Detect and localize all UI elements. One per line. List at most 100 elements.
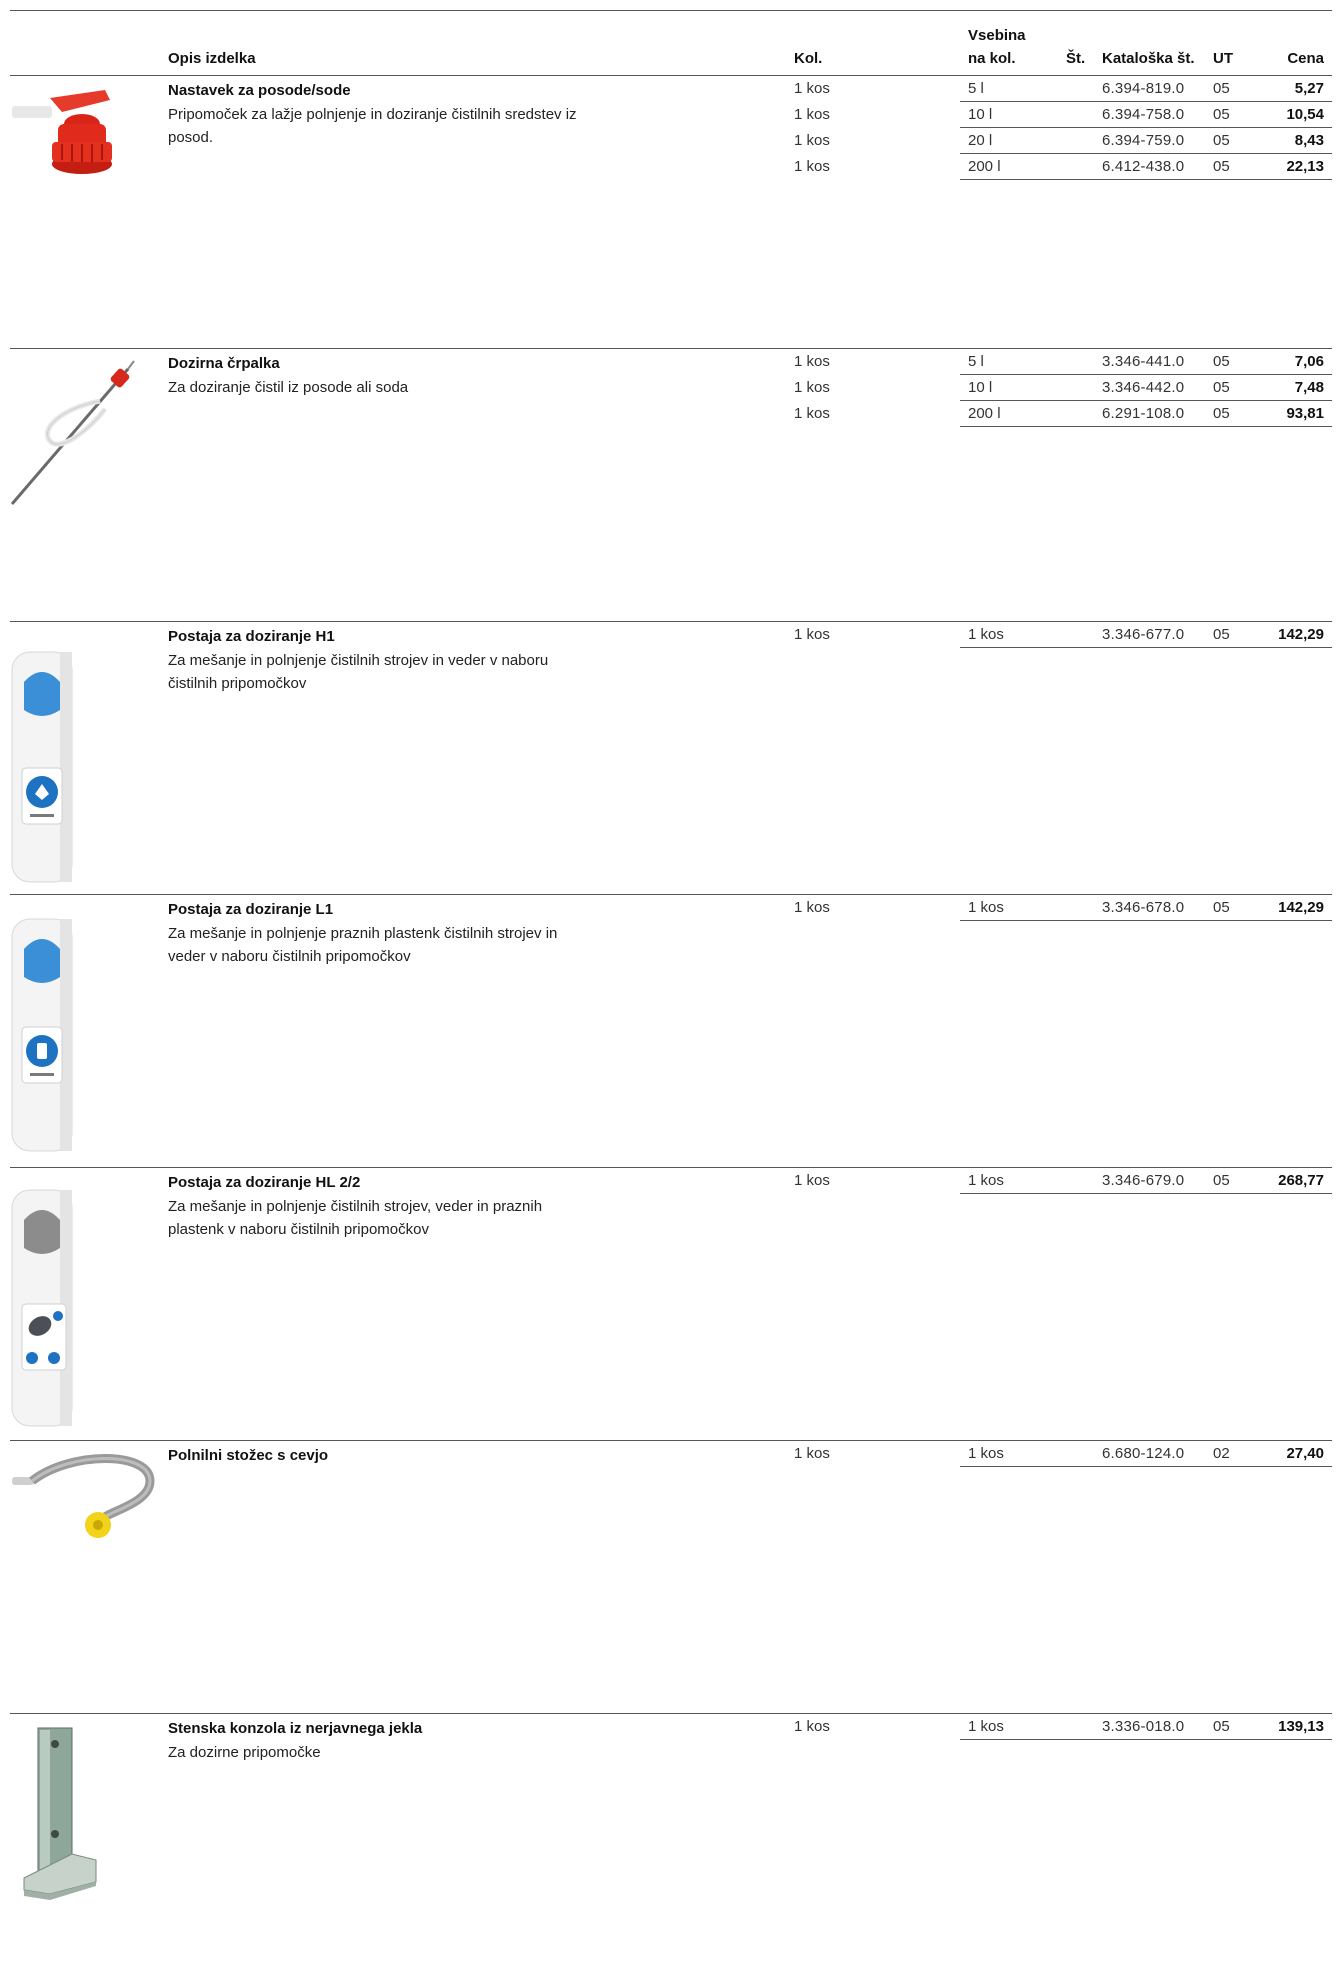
product-description: Za mešanje in polnjenje čistilnih stroje…	[168, 1198, 543, 1238]
row-rule	[960, 647, 1332, 648]
variant-content: 5 l	[968, 353, 984, 370]
variant-row: 1 kos 10 l 3.346-442.0 05 7,48	[10, 375, 1332, 401]
variant-ut: 05	[1213, 405, 1230, 422]
filling-cone-hose-icon	[10, 1441, 165, 1711]
header-price: Cena	[1287, 50, 1324, 67]
variant-qty: 1 kos	[794, 1172, 830, 1189]
variant-qty: 1 kos	[794, 405, 830, 422]
row-rule	[960, 1193, 1332, 1194]
variant-price: 5,27	[1294, 80, 1324, 97]
variant-ut: 05	[1213, 1718, 1230, 1735]
header-catalog: Kataloška št.	[1102, 50, 1195, 67]
variant-row: 1 kos 5 l 6.394-819.0 05 5,27	[10, 76, 1332, 102]
variant-row: 1 kos 200 l 6.291-108.0 05 93,81	[10, 401, 1332, 427]
variant-ut: 05	[1213, 626, 1230, 643]
row-rule	[960, 179, 1332, 180]
variant-catalog-number: 3.346-678.0	[1102, 899, 1185, 916]
row-rule	[960, 920, 1332, 921]
header-content-line1: Vsebina	[968, 27, 1026, 44]
variant-row: 1 kos 1 kos 3.346-678.0 05 142,29	[10, 895, 1332, 921]
variant-ut: 05	[1213, 1172, 1230, 1189]
product-section: Postaja za doziranje H1 Za mešanje in po…	[10, 621, 1332, 895]
variant-catalog-number: 6.412-438.0	[1102, 158, 1185, 175]
variant-ut: 02	[1213, 1445, 1230, 1462]
variant-price: 10,54	[1286, 106, 1324, 123]
variant-qty: 1 kos	[794, 106, 830, 123]
variant-content: 1 kos	[968, 1718, 1004, 1735]
variant-qty: 1 kos	[794, 379, 830, 396]
variant-catalog-number: 6.394-759.0	[1102, 132, 1185, 149]
header-quantity: Kol.	[794, 50, 823, 67]
row-rule	[960, 1739, 1332, 1740]
variant-price: 7,06	[1294, 353, 1324, 370]
product-description: Za dozirne pripomočke	[168, 1744, 321, 1761]
variant-catalog-number: 3.346-442.0	[1102, 379, 1185, 396]
variant-price: 142,29	[1278, 626, 1324, 643]
variant-row: 1 kos 200 l 6.412-438.0 05 22,13	[10, 154, 1332, 180]
variant-ut: 05	[1213, 106, 1230, 123]
variant-content: 1 kos	[968, 899, 1004, 916]
variant-content: 10 l	[968, 106, 993, 123]
dosing-station-blue-icon	[10, 622, 165, 892]
variant-price: 93,81	[1286, 405, 1324, 422]
variant-ut: 05	[1213, 132, 1230, 149]
variant-price: 8,43	[1294, 132, 1324, 149]
header-number: Št.	[1066, 50, 1086, 67]
variant-row: 1 kos 20 l 6.394-759.0 05 8,43	[10, 128, 1332, 154]
header-description: Opis izdelka	[168, 50, 256, 67]
row-rule	[960, 426, 1332, 427]
variant-content: 200 l	[968, 158, 1001, 175]
variant-ut: 05	[1213, 353, 1230, 370]
variant-content: 1 kos	[968, 1172, 1004, 1189]
variant-ut: 05	[1213, 899, 1230, 916]
product-section: Dozirna črpalka Za doziranje čistil iz p…	[10, 348, 1332, 622]
variant-price: 27,40	[1286, 1445, 1324, 1462]
variant-qty: 1 kos	[794, 1718, 830, 1735]
variant-price: 7,48	[1294, 379, 1324, 396]
variant-row: 1 kos 1 kos 6.680-124.0 02 27,40	[10, 1441, 1332, 1467]
variant-ut: 05	[1213, 379, 1230, 396]
header-top-rule	[10, 10, 1332, 11]
variant-price: 142,29	[1278, 899, 1324, 916]
variant-row: 1 kos 1 kos 3.346-679.0 05 268,77	[10, 1168, 1332, 1194]
product-description: Za mešanje in polnjenje čistilnih stroje…	[168, 652, 549, 692]
product-section: Stenska konzola iz nerjavnega jekla Za d…	[10, 1713, 1332, 1987]
variant-row: 1 kos 5 l 3.346-441.0 05 7,06	[10, 349, 1332, 375]
variant-ut: 05	[1213, 80, 1230, 97]
variant-price: 22,13	[1286, 158, 1324, 175]
variant-catalog-number: 3.346-679.0	[1102, 1172, 1185, 1189]
variant-catalog-number: 3.336-018.0	[1102, 1718, 1185, 1735]
variant-content: 1 kos	[968, 626, 1004, 643]
variant-price: 139,13	[1278, 1718, 1324, 1735]
variant-qty: 1 kos	[794, 158, 830, 175]
variant-row: 1 kos 1 kos 3.336-018.0 05 139,13	[10, 1714, 1332, 1740]
product-section: Polnilni stožec s cevjo 1 kos 1 kos 6.68…	[10, 1440, 1332, 1714]
variant-content: 1 kos	[968, 1445, 1004, 1462]
variant-catalog-number: 6.394-758.0	[1102, 106, 1185, 123]
variant-qty: 1 kos	[794, 626, 830, 643]
product-description: Za mešanje in polnjenje praznih plastenk…	[168, 925, 558, 965]
variant-content: 10 l	[968, 379, 993, 396]
variant-qty: 1 kos	[794, 1445, 830, 1462]
variant-content: 5 l	[968, 80, 984, 97]
variant-catalog-number: 3.346-441.0	[1102, 353, 1185, 370]
header-ut: UT	[1213, 50, 1233, 67]
variant-qty: 1 kos	[794, 80, 830, 97]
header-content-line2: na kol.	[968, 50, 1016, 67]
variant-ut: 05	[1213, 158, 1230, 175]
product-section: Postaja za doziranje L1 Za mešanje in po…	[10, 894, 1332, 1168]
variant-catalog-number: 3.346-677.0	[1102, 626, 1185, 643]
dosing-station-grey-icon	[10, 1168, 165, 1438]
product-section: Postaja za doziranje HL 2/2 Za mešanje i…	[10, 1167, 1332, 1441]
variant-qty: 1 kos	[794, 899, 830, 916]
steel-wall-bracket-icon	[10, 1714, 165, 1984]
product-section: Nastavek za posode/sode Pripomoček za la…	[10, 75, 1332, 349]
variant-content: 200 l	[968, 405, 1001, 422]
variant-content: 20 l	[968, 132, 993, 149]
variant-price: 268,77	[1278, 1172, 1324, 1189]
variant-row: 1 kos 10 l 6.394-758.0 05 10,54	[10, 102, 1332, 128]
dosing-station-blue-icon	[10, 895, 165, 1165]
variant-row: 1 kos 1 kos 3.346-677.0 05 142,29	[10, 622, 1332, 648]
variant-catalog-number: 6.394-819.0	[1102, 80, 1185, 97]
variant-qty: 1 kos	[794, 132, 830, 149]
